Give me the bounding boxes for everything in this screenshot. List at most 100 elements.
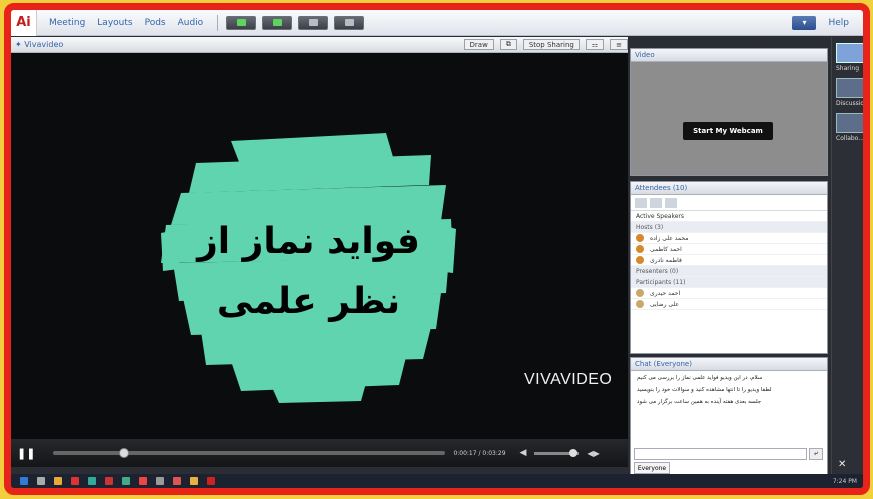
attendees-toolbar [631, 195, 827, 211]
chat-pod-title: Chat (Everyone) [631, 358, 827, 371]
layout-label: Collabo... [836, 135, 864, 142]
layout-discussion[interactable]: Discussion [836, 78, 863, 107]
attendee-row[interactable]: علی رضایی [631, 299, 827, 310]
status-button[interactable]: ▾ [792, 15, 817, 30]
app-icon[interactable] [71, 477, 79, 485]
host-icon [636, 234, 644, 242]
participant-icon [636, 300, 644, 308]
taskbar-clock: 7:24 PM [832, 477, 857, 485]
list-view-icon[interactable] [635, 197, 647, 208]
menu-layouts[interactable]: Layouts [97, 18, 132, 28]
screenshot-frame: Ai Meeting Layouts Pods Audio ▾ Help ✦ V… [4, 3, 870, 495]
adobe-logo: Ai [11, 10, 37, 36]
status-view-icon[interactable] [650, 197, 662, 208]
menubar-right: ▾ Help [792, 15, 863, 30]
chat-input[interactable] [634, 448, 807, 460]
start-icon[interactable] [20, 477, 28, 485]
host-icon [636, 256, 644, 264]
layout-thumbnail [836, 113, 863, 133]
menu-pods[interactable]: Pods [145, 18, 166, 28]
connect-window: Ai Meeting Layouts Pods Audio ▾ Help ✦ V… [11, 10, 863, 488]
video-pod-title: Video [631, 49, 827, 62]
attendee-name: فاطمه نادری [650, 256, 682, 264]
time-display: 0:00:17 / 0:03:29 [453, 449, 506, 457]
app-icon[interactable] [122, 477, 130, 485]
volume-handle[interactable] [568, 448, 577, 457]
windows-taskbar: 7:24 PM [11, 474, 863, 488]
pause-icon[interactable]: ❚❚ [17, 447, 35, 460]
app-icon[interactable] [156, 477, 164, 485]
video-player-controls: ❚❚ 0:00:17 / 0:03:29 ◀ ◀▶ [11, 439, 628, 467]
folder-icon[interactable] [54, 477, 62, 485]
participants-group[interactable]: Participants (11) [631, 277, 827, 288]
mic-button[interactable] [226, 15, 257, 30]
layout-thumbnail [836, 43, 863, 63]
share-pod-title: ✦ Vivavideo [15, 40, 64, 49]
options-icon[interactable] [665, 197, 677, 208]
chat-message: لطفا ویدیو را تا انتها مشاهده کنید و سوا… [637, 387, 772, 393]
layouts-bar: Sharing Discussion Collabo... ✕ [831, 37, 863, 474]
attendee-row[interactable]: فاطمه نادری [631, 255, 827, 266]
attendees-pod-title: Attendees (10) [631, 182, 827, 195]
fit-button[interactable]: ⧉ [499, 39, 517, 50]
attendee-row[interactable]: احمد کاظمی [631, 244, 827, 255]
start-webcam-button[interactable]: Start My Webcam [683, 122, 773, 140]
seek-bar[interactable] [53, 448, 446, 458]
menu-audio[interactable]: Audio [178, 18, 204, 28]
layout-grid-button[interactable]: ⚏ [585, 39, 605, 50]
audio-button[interactable] [262, 15, 293, 30]
chat-message: سلام، در این ویدیو فواید علمی نماز را بر… [637, 375, 763, 381]
menu-meeting[interactable]: Meeting [49, 18, 85, 28]
vivavideo-watermark: VIVAVIDEO [524, 371, 613, 388]
menubar-divider [217, 14, 219, 31]
app-icon[interactable] [88, 477, 96, 485]
shared-video[interactable]: فواید نماز از نظر علمی VIVAVIDEO [11, 53, 628, 439]
menubar: Ai Meeting Layouts Pods Audio ▾ Help [11, 10, 863, 36]
presenters-group[interactable]: Presenters (0) [631, 266, 827, 277]
host-icon [636, 245, 644, 253]
attendee-row[interactable]: محمد علی زاده [631, 233, 827, 244]
draw-button[interactable]: Draw [463, 39, 494, 50]
video-pod: Video Start My Webcam [630, 48, 828, 176]
chat-pod: Chat (Everyone) سلام، در این ویدیو فواید… [630, 357, 828, 477]
share-pod: ✦ Vivavideo Draw ⧉ Stop Sharing ⚏ ≡ فوای… [11, 37, 628, 467]
attendee-name: احمد حیدری [650, 289, 681, 297]
pod-options-button[interactable]: ≡ [610, 39, 628, 50]
app-icon[interactable] [190, 477, 198, 485]
app-icon[interactable] [173, 477, 181, 485]
app-icon[interactable] [139, 477, 147, 485]
mic-icon [236, 19, 246, 26]
active-speakers-label: Active Speakers [631, 211, 827, 222]
hosts-group[interactable]: Hosts (3) [631, 222, 827, 233]
brush-paint-graphic [161, 133, 456, 403]
layout-thumbnail [836, 78, 863, 98]
slide-title-line-2: نظر علمی [216, 281, 401, 322]
speaker-icon [272, 19, 282, 26]
layout-sharing[interactable]: Sharing [836, 43, 863, 72]
collapse-icon[interactable]: ✕ [838, 459, 846, 470]
participant-icon [636, 289, 644, 297]
raise-hand-button[interactable] [334, 15, 365, 30]
volume-slider[interactable] [534, 448, 580, 457]
seek-handle[interactable] [118, 448, 129, 458]
app-icon[interactable] [207, 477, 215, 485]
layout-collaboration[interactable]: Collabo... [836, 113, 863, 142]
send-button[interactable]: ⤶ [809, 448, 823, 460]
app-icon[interactable] [105, 477, 113, 485]
chat-tab-everyone[interactable]: Everyone [634, 462, 670, 474]
attendee-name: احمد کاظمی [650, 245, 682, 253]
camera-button[interactable] [298, 15, 329, 30]
chat-message: جلسه بعدی هفته آینده به همین ساعت برگزار… [637, 399, 762, 405]
fullscreen-icon[interactable]: ◀▶ [587, 449, 599, 458]
help-menu[interactable]: Help [828, 18, 849, 28]
layout-label: Sharing [836, 65, 860, 72]
volume-icon[interactable]: ◀ [520, 448, 527, 458]
attendees-pod: Attendees (10) Active Speakers Hosts (3)… [630, 181, 828, 354]
share-pod-header: ✦ Vivavideo Draw ⧉ Stop Sharing ⚏ ≡ [11, 37, 628, 53]
stop-sharing-button[interactable]: Stop Sharing [522, 39, 580, 50]
attendee-name: محمد علی زاده [650, 234, 689, 242]
hand-icon [344, 19, 354, 26]
search-icon[interactable] [37, 477, 45, 485]
layout-label: Discussion [836, 100, 868, 107]
attendee-row[interactable]: احمد حیدری [631, 288, 827, 299]
